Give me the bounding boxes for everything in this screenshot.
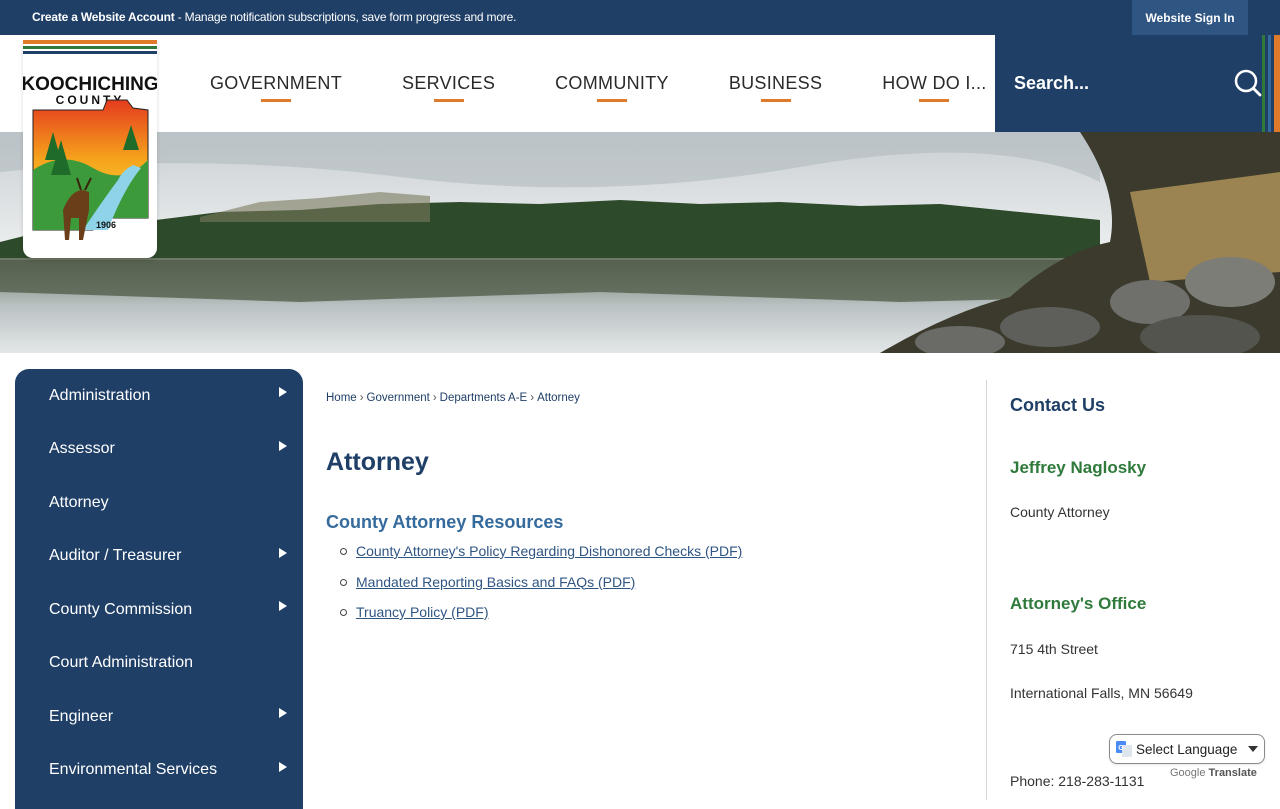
breadcrumb-separator: › [530,392,535,404]
breadcrumb-home[interactable]: Home [326,392,357,404]
powered-by-google-translate[interactable]: Google Translate [1170,767,1257,779]
page-title: Attorney [326,448,429,476]
nav-community[interactable]: COMMUNITY [525,35,699,132]
chevron-right-icon[interactable] [279,601,287,611]
list-item: Truancy Policy (PDF) [340,604,742,635]
main-navigation: GOVERNMENT SERVICES COMMUNITY BUSINESS H… [180,35,1017,132]
translate-word: Translate [1208,767,1257,779]
sidebar-item-label: Court Administration [49,654,194,672]
search-bar [995,35,1280,132]
sidebar-item-auditor-treasurer[interactable]: Auditor / Treasurer [15,530,303,584]
truancy-policy-link[interactable]: Truancy Policy (PDF) [356,604,489,620]
list-item: County Attorney's Policy Regarding Disho… [340,543,742,574]
chevron-right-icon[interactable] [279,440,287,451]
sidebar-item-administration[interactable]: Administration [15,369,303,423]
address-line1: 715 4th Street [1010,641,1098,657]
contact-us-heading: Contact Us [1010,395,1106,415]
column-divider [986,380,987,800]
sidebar-item-label: Environmental Services [49,761,218,779]
sidebar-item-label: Auditor / Treasurer [49,547,182,565]
sidebar-item-environmental-services[interactable]: Environmental Services [15,744,303,798]
breadcrumb-departments[interactable]: Departments A-E [440,392,528,404]
decorative-stripes [1262,35,1280,132]
resources-heading: County Attorney Resources [326,512,564,532]
chevron-down-icon [1248,746,1258,752]
sidebar-item-label: Attorney [49,493,109,511]
google-translate-icon: G [1116,741,1132,757]
logo-text-line1: KOOCHICHING [23,74,157,95]
language-select[interactable]: G Select Language [1109,734,1265,764]
svg-text:G: G [1118,745,1124,752]
sidebar-item-assessor[interactable]: Assessor [15,423,303,477]
nav-government[interactable]: GOVERNMENT [180,35,372,132]
phone-number: Phone: 218-283-1131 [1010,773,1145,789]
breadcrumb-separator: › [432,392,437,404]
address-line2: International Falls, MN 56649 [1010,685,1193,701]
mandated-reporting-link[interactable]: Mandated Reporting Basics and FAQs (PDF) [356,574,635,590]
contact-name: Jeffrey Naglosky [1010,458,1147,477]
department-side-navigation: Administration Assessor Attorney Auditor… [15,369,303,809]
sidebar-item-engineer[interactable]: Engineer [15,690,303,744]
sidebar-item-attorney[interactable]: Attorney [15,476,303,530]
nav-business[interactable]: BUSINESS [699,35,852,132]
utility-bar: Create a Website Account - Manage notifi… [0,0,1280,35]
county-logo-graphic: KOOCHICHING COUNTY 1906 [23,40,157,240]
search-icon[interactable] [1233,68,1263,98]
website-sign-in-button[interactable]: Website Sign In [1132,0,1248,35]
hero-banner-image [0,132,1280,353]
county-logo[interactable]: KOOCHICHING COUNTY 1906 [23,40,157,258]
search-input[interactable] [995,35,1225,132]
dishonored-checks-policy-link[interactable]: County Attorney's Policy Regarding Disho… [356,543,742,559]
main-content: Home › Government › Departments A-E › Attorney… [326,392,966,620]
office-heading: Attorney's Office [1010,594,1147,613]
sidebar-item-label: Administration [49,386,151,404]
chevron-right-icon[interactable] [279,761,287,772]
breadcrumb-government[interactable]: Government [367,392,430,404]
chevron-right-icon[interactable] [279,547,287,558]
nav-services[interactable]: SERVICES [372,35,525,132]
google-wordmark: Google [1170,767,1206,779]
resources-list: County Attorney's Policy Regarding Disho… [340,543,742,635]
chevron-right-icon[interactable] [279,708,287,718]
sidebar-item-county-commission[interactable]: County Commission [15,583,303,637]
nav-how-do-i[interactable]: HOW DO I... [852,35,1016,132]
sidebar-item-court-administration[interactable]: Court Administration [15,637,303,691]
chevron-right-icon[interactable] [279,387,287,397]
language-select-label: Select Language [1136,741,1238,757]
create-account-link[interactable]: Create a Website Account - Manage notifi… [32,10,516,24]
list-item: Mandated Reporting Basics and FAQs (PDF) [340,574,742,605]
sidebar-item-label: County Commission [49,600,193,618]
sidebar-item-label: Engineer [49,707,114,725]
breadcrumb-separator: › [359,392,364,404]
contact-role: County Attorney [1010,504,1110,520]
breadcrumb: Home › Government › Departments A-E › Attorney [326,392,966,404]
logo-year: 1906 [96,220,116,230]
sidebar-item-label: Assessor [49,440,115,458]
breadcrumb-attorney[interactable]: Attorney [537,392,580,404]
